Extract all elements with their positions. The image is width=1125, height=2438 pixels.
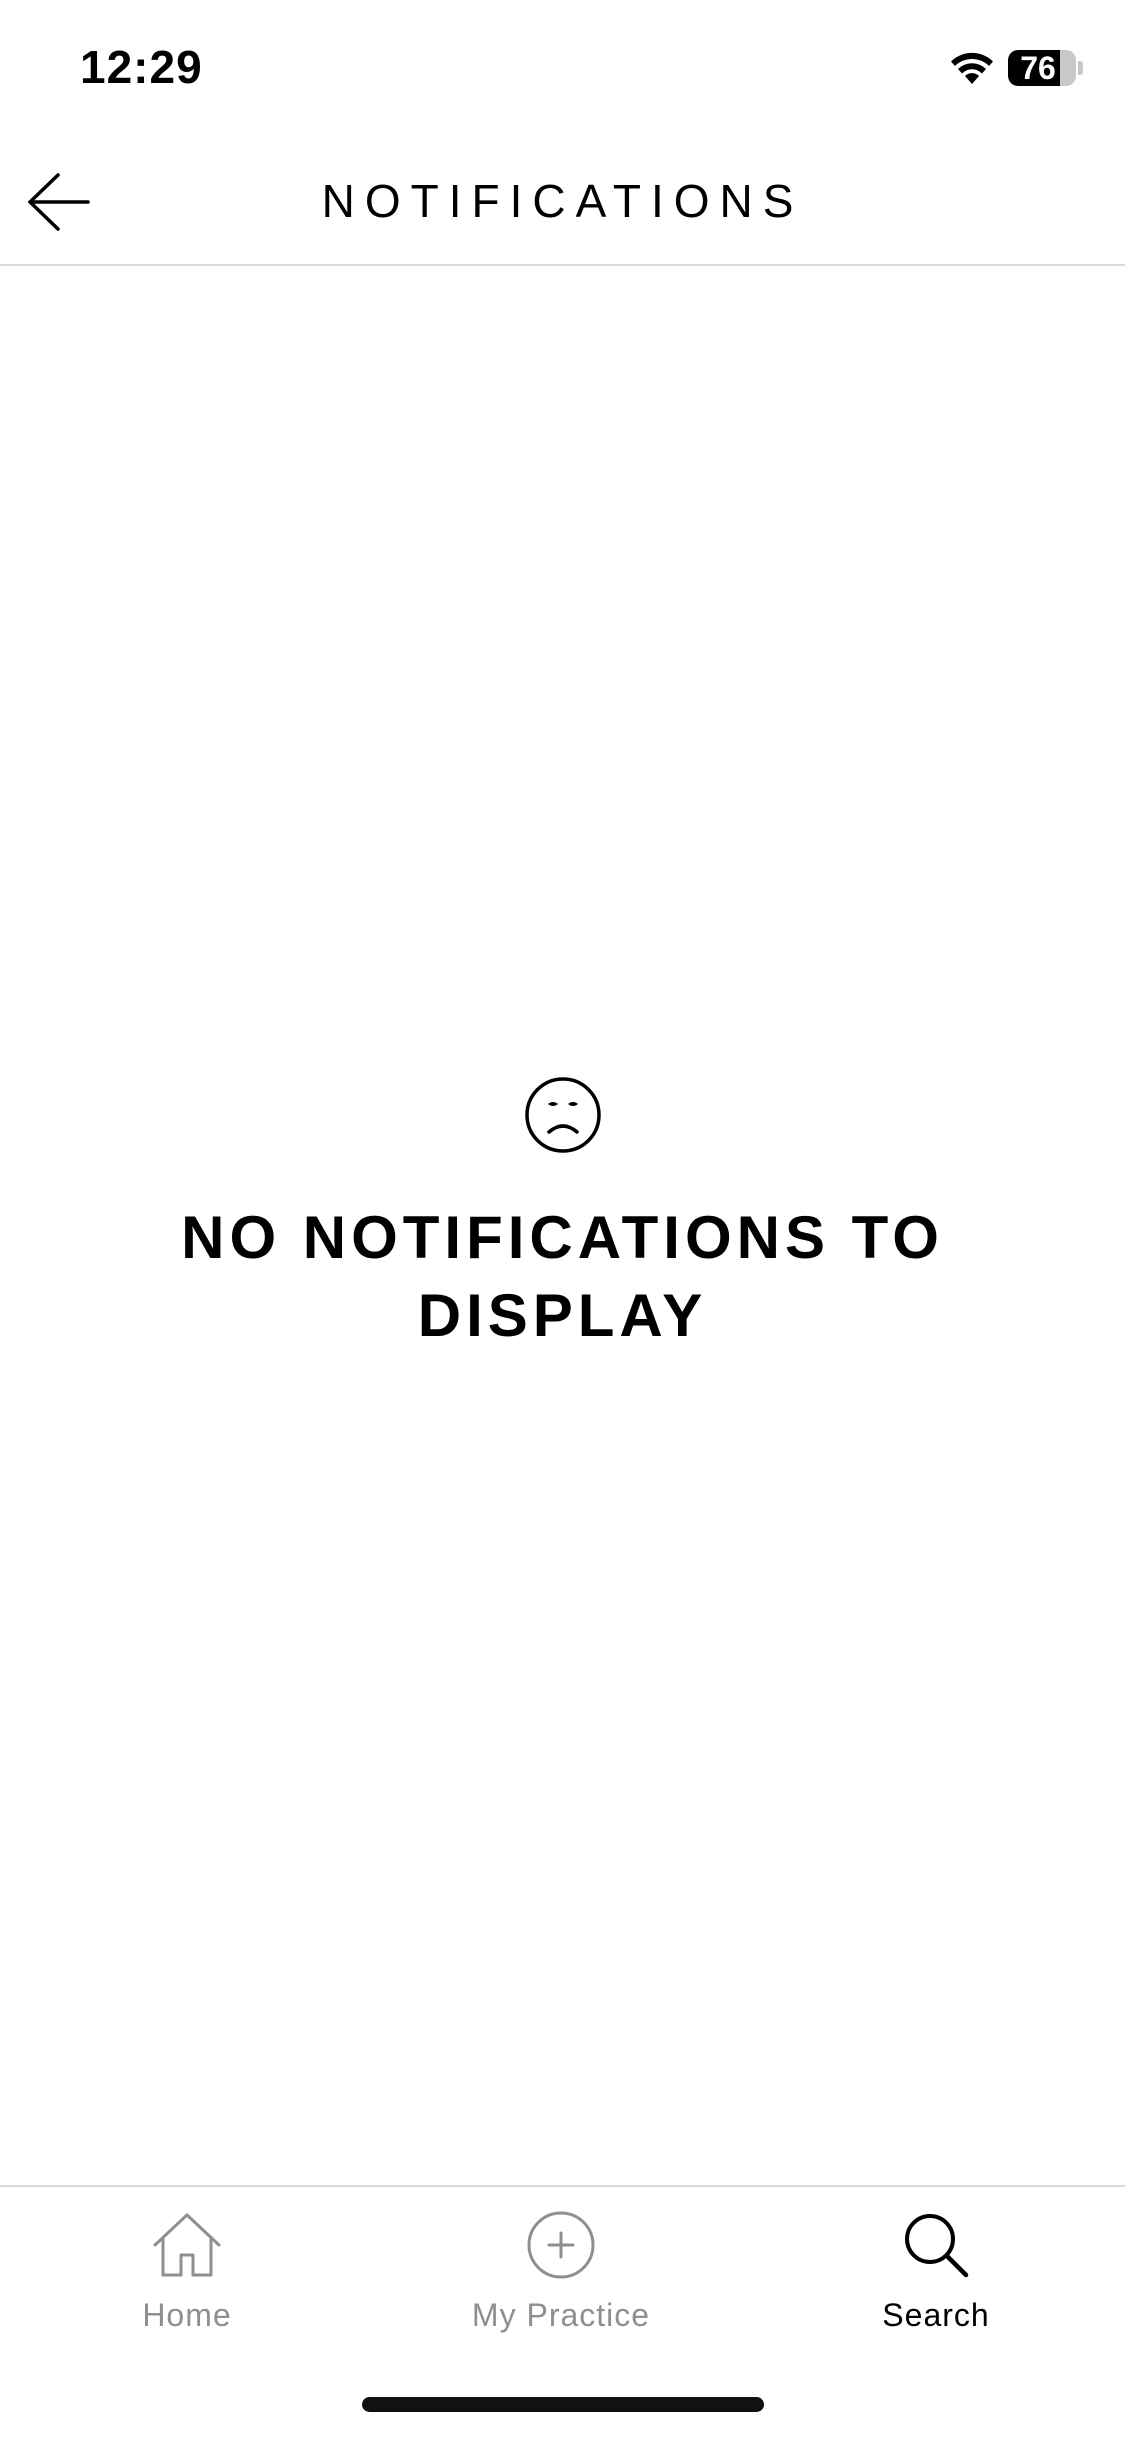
page-title: NOTIFICATIONS	[321, 175, 804, 227]
tab-search[interactable]: Search	[786, 2209, 1086, 2334]
battery-cap	[1078, 61, 1083, 75]
search-icon	[905, 2214, 969, 2278]
battery-level: 76	[1020, 50, 1056, 86]
empty-state: NO NOTIFICATIONS TO DISPLAY	[0, 1075, 1125, 1355]
empty-state-message: NO NOTIFICATIONS TO DISPLAY	[181, 1204, 944, 1349]
status-time: 12:29	[80, 41, 203, 93]
home-indicator[interactable]	[362, 2397, 764, 2412]
tab-home-label: Home	[142, 2297, 232, 2333]
plus-circle-icon	[527, 2211, 595, 2279]
home-icon	[153, 2213, 221, 2277]
tab-my-practice[interactable]: My Practice	[411, 2209, 711, 2334]
battery-indicator: 76	[1008, 50, 1076, 86]
header: NOTIFICATIONS	[0, 140, 1125, 266]
sad-face-icon	[524, 1077, 601, 1153]
tab-home[interactable]: Home	[37, 2209, 337, 2334]
tab-my-practice-label: My Practice	[471, 2297, 651, 2333]
wifi-icon	[951, 52, 993, 84]
status-bar: 12:29 76	[0, 0, 1125, 140]
tab-search-label: Search	[882, 2297, 990, 2333]
